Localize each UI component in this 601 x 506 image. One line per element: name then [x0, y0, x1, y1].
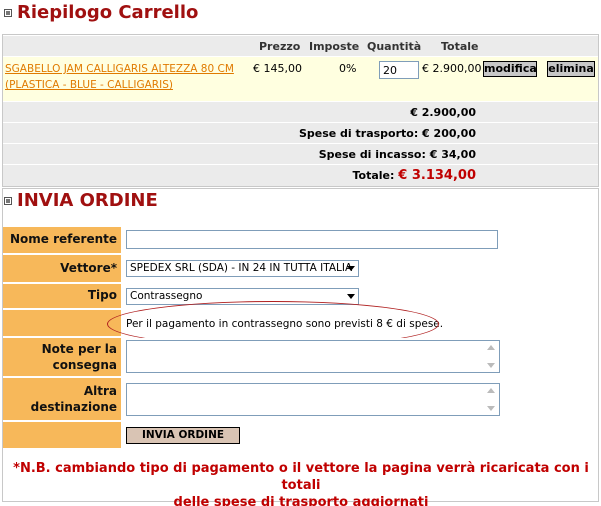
cod-row: Spese di incasso: € 34,00: [3, 144, 598, 164]
section-bullet-icon: [4, 8, 12, 17]
delete-button[interactable]: elimina: [547, 61, 595, 77]
modify-button[interactable]: modifica: [483, 61, 537, 77]
delivery-notes-label: Note per la consegna: [3, 338, 121, 376]
cod-cost: Spese di incasso: € 34,00: [318, 148, 476, 161]
item-taxes: 0%: [339, 62, 357, 75]
shipping-row: Spese di trasporto: € 200,00: [3, 123, 598, 143]
carrier-label: Vettore*: [3, 255, 121, 282]
other-destination-label-line2: destinazione: [30, 400, 117, 414]
col-quantity: Quantità: [367, 40, 422, 53]
delivery-notes-label-line2: consegna: [52, 358, 117, 372]
other-destination-label: Altra destinazione: [3, 378, 121, 420]
product-link[interactable]: SGABELLO JAM CALLIGARIS ALTEZZA 80 CM (P…: [5, 61, 235, 93]
submit-order-button[interactable]: INVIA ORDINE: [126, 427, 240, 444]
name-input[interactable]: [126, 230, 498, 249]
grand-total: Totale: € 3.134,00: [353, 168, 477, 183]
col-total: Totale: [441, 40, 479, 53]
quantity-input[interactable]: [379, 61, 419, 79]
name-label: Nome referente: [3, 227, 121, 253]
item-price: € 145,00: [253, 62, 302, 75]
delivery-notes-label-line1: Note per la: [41, 342, 117, 356]
reload-warning: *N.B. cambiando tipo di pagamento o il v…: [6, 460, 596, 506]
col-taxes: Imposte: [309, 40, 360, 53]
note-label-cell: [3, 310, 121, 336]
carrier-value: SPEDEX SRL (SDA) - IN 24 IN TUTTA ITALIA: [130, 262, 353, 274]
subtotal-value: € 2.900,00: [410, 106, 476, 119]
dropdown-arrow-icon: [347, 266, 355, 271]
scroll-down-icon: [487, 363, 495, 368]
total-label: Totale:: [352, 169, 395, 182]
other-destination-label-line1: Altra: [83, 384, 117, 398]
cart-item-row: SGABELLO JAM CALLIGARIS ALTEZZA 80 CM (P…: [3, 57, 598, 101]
dropdown-arrow-icon: [347, 294, 355, 299]
total-value: € 3.134,00: [398, 168, 476, 183]
reload-warning-line2: delle spese di trasporto aggiornati: [173, 495, 429, 506]
section-bullet-icon: [4, 196, 12, 205]
carrier-select[interactable]: SPEDEX SRL (SDA) - IN 24 IN TUTTA ITALIA: [126, 260, 359, 277]
other-destination-textarea[interactable]: [126, 383, 500, 416]
order-heading: INVIA ORDINE: [4, 190, 158, 211]
cart-heading: Riepilogo Carrello: [4, 2, 198, 23]
cart-header-row: Prezzo Imposte Quantità Totale: [3, 36, 598, 56]
submit-label-cell: [3, 422, 121, 448]
order-title: INVIA ORDINE: [17, 190, 158, 211]
payment-label: Tipo pagamento*: [3, 284, 121, 324]
shipping-cost: Spese di trasporto: € 200,00: [298, 127, 476, 140]
subtotal-row: € 2.900,00: [3, 102, 598, 122]
scroll-down-icon: [487, 406, 495, 411]
col-price: Prezzo: [259, 40, 301, 53]
item-total: € 2.900,00: [422, 62, 482, 75]
scroll-up-icon: [487, 388, 495, 393]
cart-title: Riepilogo Carrello: [17, 2, 199, 23]
scroll-up-icon: [487, 345, 495, 350]
payment-value: Contrassegno: [130, 290, 203, 302]
total-row: Totale: € 3.134,00: [3, 165, 598, 186]
reload-warning-line1: *N.B. cambiando tipo di pagamento o il v…: [13, 461, 589, 493]
delivery-notes-textarea[interactable]: [126, 340, 500, 373]
